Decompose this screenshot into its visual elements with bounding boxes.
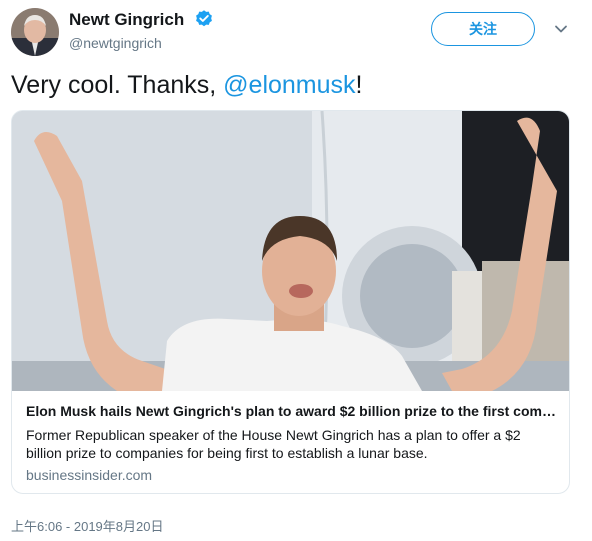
tweet-text: Very cool. Thanks, @elonmusk! (11, 68, 362, 102)
avatar-image (11, 8, 59, 56)
tweet-text-before: Very cool. Thanks, (11, 71, 224, 99)
card-description: Former Republican speaker of the House N… (26, 427, 521, 461)
tweet: Newt Gingrich @newtgingrich 关注 Very cool… (0, 0, 592, 541)
card-image (12, 111, 569, 391)
chevron-down-icon[interactable] (554, 22, 568, 36)
link-card[interactable]: Elon Musk hails Newt Gingrich's plan to … (11, 110, 570, 494)
verified-badge-icon (196, 10, 212, 27)
card-title: Elon Musk hails Newt Gingrich's plan to … (26, 403, 556, 419)
avatar[interactable] (11, 8, 59, 56)
card-domain: businessinsider.com (26, 467, 153, 483)
card-photo (12, 111, 569, 391)
tweet-timestamp[interactable]: 上午6:06 - 2019年8月20日 (11, 516, 163, 535)
tweet-text-after: ! (355, 71, 363, 99)
author-handle[interactable]: @newtgingrich (69, 35, 162, 51)
mention-link[interactable]: @elonmusk (223, 71, 355, 99)
author-display-name[interactable]: Newt Gingrich (69, 10, 184, 30)
follow-button[interactable]: 关注 (431, 12, 535, 46)
